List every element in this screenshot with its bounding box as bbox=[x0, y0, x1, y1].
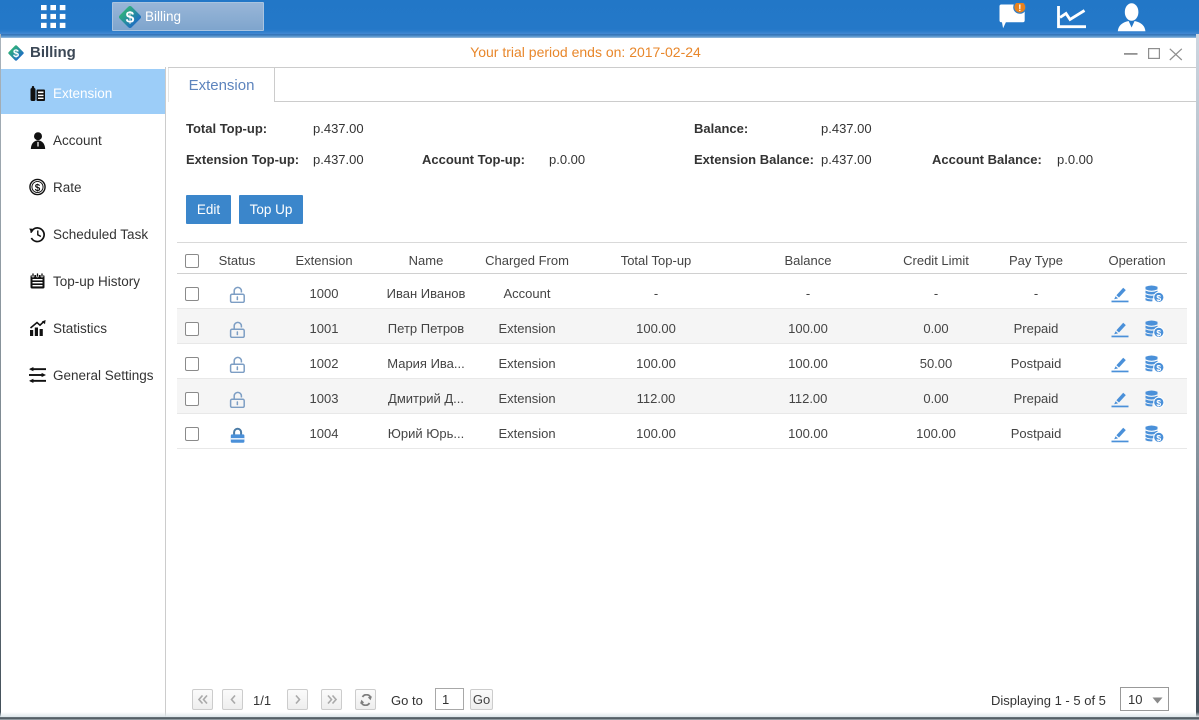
svg-text:$: $ bbox=[1156, 398, 1161, 408]
svg-text:$: $ bbox=[126, 9, 135, 26]
svg-text:$: $ bbox=[1156, 328, 1161, 338]
svg-text:!: ! bbox=[1018, 3, 1021, 14]
svg-text:$: $ bbox=[35, 183, 41, 194]
svg-text:$: $ bbox=[1156, 363, 1161, 373]
svg-text:$: $ bbox=[1156, 433, 1161, 443]
svg-text:$: $ bbox=[1156, 293, 1161, 303]
